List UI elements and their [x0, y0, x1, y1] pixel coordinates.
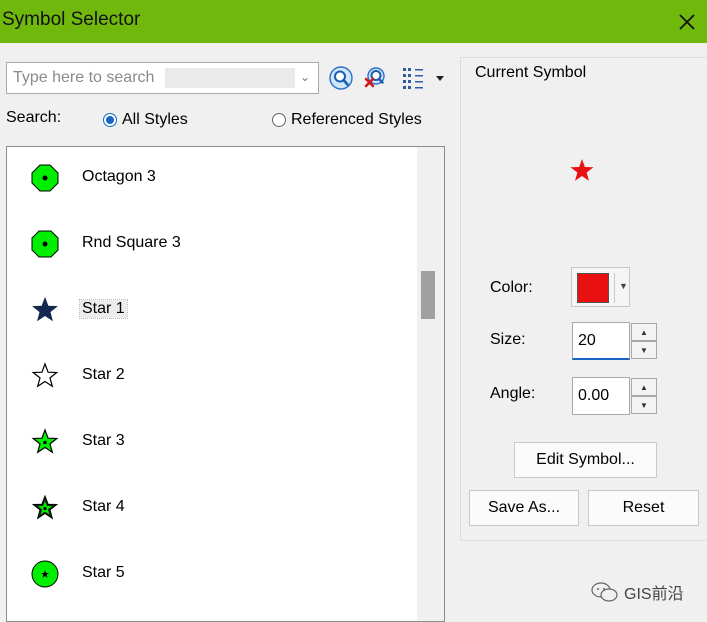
- angle-label: Angle:: [490, 385, 536, 402]
- watermark: GIS前沿: [590, 580, 684, 604]
- close-icon: [679, 13, 695, 30]
- clear-search-icon: [364, 67, 385, 88]
- color-separator: [614, 273, 615, 303]
- window-title: Symbol Selector: [2, 9, 141, 30]
- title-bar: Symbol Selector: [0, 0, 707, 43]
- size-decrement-button[interactable]: ▼: [631, 341, 657, 359]
- angle-spinner: ▲ ▼: [572, 377, 658, 415]
- angle-input[interactable]: [572, 377, 630, 415]
- size-spinner: ▲ ▼: [572, 322, 658, 360]
- list-item[interactable]: Star 4: [8, 478, 416, 538]
- radio-all-styles[interactable]: All Styles: [103, 111, 188, 129]
- size-label: Size:: [490, 331, 526, 348]
- radio-referenced-styles[interactable]: Referenced Styles: [272, 111, 422, 129]
- search-dropdown-chevron-icon[interactable]: ⌄: [300, 70, 310, 84]
- green-star-icon: [31, 428, 59, 454]
- list-item-label: Rnd Square 3: [82, 234, 181, 251]
- magnifier-icon: [329, 66, 353, 90]
- chevron-down-icon: [436, 76, 444, 81]
- scroll-thumb[interactable]: [421, 271, 435, 319]
- white-star-icon: [31, 362, 59, 388]
- search-box: ⌄: [6, 62, 319, 94]
- list-item-label: Star 3: [82, 432, 125, 449]
- radio-label: Referenced Styles: [291, 111, 422, 128]
- color-label: Color:: [490, 279, 533, 296]
- color-swatch: [577, 273, 609, 303]
- green-star-outline-icon: [31, 494, 59, 520]
- navy-star-icon: [32, 296, 58, 322]
- list-item[interactable]: Star 1: [8, 280, 416, 340]
- search-button[interactable]: [328, 64, 354, 92]
- green-circle-star-icon: [31, 560, 59, 588]
- symbol-preview-star-icon: [570, 159, 594, 181]
- reset-button[interactable]: Reset: [588, 490, 699, 526]
- green-octagon-icon: [31, 164, 59, 192]
- list-item[interactable]: Star 5: [8, 544, 416, 604]
- size-input[interactable]: [572, 322, 630, 360]
- current-symbol-title: Current Symbol: [473, 64, 589, 82]
- search-input[interactable]: [7, 63, 292, 93]
- list-scrollbar[interactable]: [417, 147, 444, 621]
- wechat-logo-icon: [591, 582, 618, 602]
- angle-decrement-button[interactable]: ▼: [631, 396, 657, 414]
- search-scope-label: Search:: [6, 109, 62, 126]
- edit-symbol-button[interactable]: Edit Symbol...: [514, 442, 657, 478]
- size-increment-button[interactable]: ▲: [631, 323, 657, 341]
- color-picker-button[interactable]: ▼: [571, 267, 630, 307]
- list-item-label: Star 4: [82, 498, 125, 515]
- list-item[interactable]: Star 3: [8, 412, 416, 472]
- list-item[interactable]: Octagon 3: [8, 148, 416, 208]
- color-dropdown-arrow-icon: ▼: [619, 281, 628, 291]
- symbol-list[interactable]: Octagon 3 Rnd Square 3 Star 1 Star 2 Sta…: [6, 146, 445, 622]
- save-as-button[interactable]: Save As...: [469, 490, 579, 526]
- angle-increment-button[interactable]: ▲: [631, 378, 657, 396]
- radio-selected-icon: [103, 113, 117, 127]
- radio-unselected-icon: [272, 113, 286, 127]
- view-options-button[interactable]: [398, 64, 448, 92]
- list-item[interactable]: Star 2: [8, 346, 416, 406]
- radio-label: All Styles: [122, 111, 188, 128]
- list-item-label: Octagon 3: [82, 168, 156, 185]
- green-rounded-square-icon: [31, 230, 59, 258]
- list-item-label: Star 2: [82, 366, 125, 383]
- watermark-text: GIS前沿: [624, 586, 684, 603]
- clear-search-button[interactable]: [362, 64, 388, 92]
- close-button[interactable]: [667, 0, 707, 43]
- list-item-label: Star 5: [82, 564, 125, 581]
- view-list-icon: [403, 68, 423, 89]
- list-item[interactable]: Rnd Square 3: [8, 214, 416, 274]
- list-item-label: Star 1: [79, 299, 128, 319]
